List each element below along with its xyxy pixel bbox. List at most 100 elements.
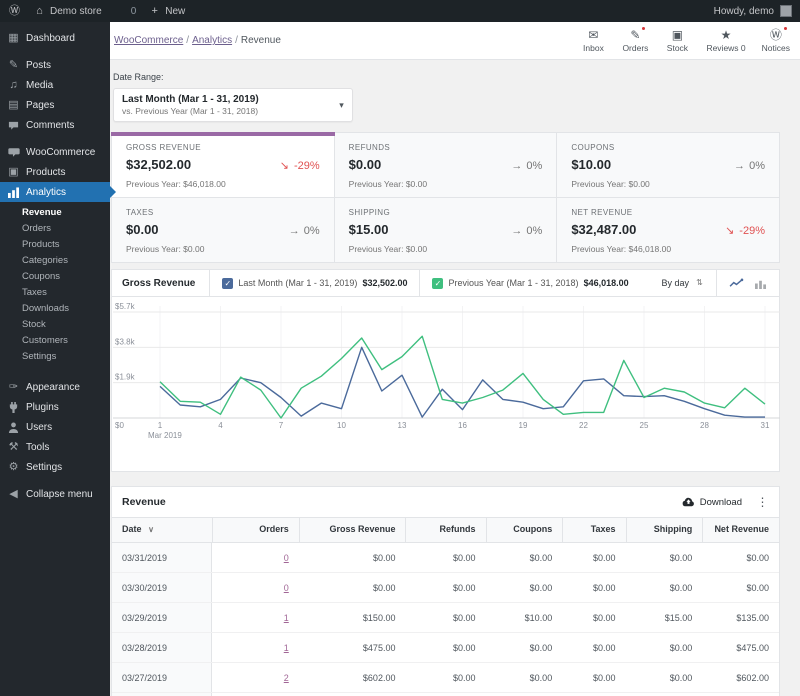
submenu-item-categories[interactable]: Categories — [0, 252, 110, 268]
submenu-item-stock[interactable]: Stock — [0, 316, 110, 332]
submenu-item-downloads[interactable]: Downloads — [0, 300, 110, 316]
column-header-shipping[interactable]: Shipping — [625, 518, 703, 542]
media-icon: ♫ — [9, 78, 18, 91]
column-header-coupons[interactable]: Coupons — [485, 518, 563, 542]
summary-tiles: GROSS REVENUE $32,502.00 ↘ -29% Previous Ye… — [111, 132, 780, 263]
column-header-refunds[interactable]: Refunds — [405, 518, 485, 542]
activity-reviews-0[interactable]: ★ Reviews 0 — [706, 28, 745, 54]
chevron-down-icon: ▾ — [339, 99, 344, 110]
table-row: 03/27/2019 2 $602.00 $0.00 $0.00 $0.00 $0.00 $6… — [112, 663, 779, 693]
new-content-button[interactable]: + New — [148, 5, 186, 17]
legend-label: Last Month (Mar 1 - 31, 2019) — [238, 278, 358, 288]
date-range-label: Date Range: — [113, 72, 164, 82]
date-range-select[interactable]: Last Month (Mar 1 - 31, 2019) vs. Previo… — [113, 88, 353, 122]
sidebar-item-label: Analytics — [26, 186, 67, 198]
cell-date: 03/28/2019 — [112, 633, 213, 662]
tile-value: $0.00 — [126, 222, 159, 237]
breadcrumb-woocommerce[interactable]: WooCommerce — [114, 35, 183, 46]
comments-icon — [7, 119, 20, 131]
table-row: 03/31/2019 0 $0.00 $0.00 $0.00 $0.00 $0.00 $0.0… — [112, 543, 779, 573]
submenu-item-orders[interactable]: Orders — [0, 220, 110, 236]
sidebar-item-plugins[interactable]: Plugins — [0, 397, 110, 417]
tile-label: SHIPPING — [348, 208, 391, 217]
active-menu-arrow — [110, 186, 116, 198]
submenu-item-settings[interactable]: Settings — [0, 348, 110, 364]
summary-tile-net-revenue[interactable]: NET REVENUE $32,487.00 ↘ -29% Previous Year… — [557, 198, 779, 262]
arrow-right-icon: → — [511, 160, 523, 172]
column-header-gross_revenue[interactable]: Gross Revenue — [298, 518, 406, 542]
tile-previous-value: Previous Year: $0.00 — [348, 243, 428, 254]
cell-coupons: $0.00 — [529, 672, 553, 683]
sidebar-item-label: Dashboard — [26, 32, 75, 44]
revenue-line-chart[interactable]: $1.9k $3.8k $5.7k $0 1 4 7 10 13 16 19 22 25 28 31 Mar … — [113, 300, 780, 464]
orders-count-link[interactable]: 0 — [284, 553, 289, 563]
sidebar-item-collapse-menu[interactable]: ◀ Collapse menu — [0, 484, 110, 504]
activity-stock[interactable]: ▣ Stock — [664, 28, 690, 54]
interval-select[interactable]: By day ⇅ — [651, 277, 716, 289]
sidebar-item-woocommerce[interactable]: WooCommerce — [0, 142, 110, 162]
arrow-right-icon: → — [288, 225, 300, 237]
bar-chart-button[interactable] — [754, 278, 767, 289]
sidebar-item-settings[interactable]: ⚙ Settings — [0, 457, 110, 477]
woocommerce-icon — [7, 146, 20, 158]
sidebar-item-media[interactable]: ♫ Media — [0, 75, 110, 95]
sidebar-item-dashboard[interactable]: ▦ Dashboard — [0, 28, 110, 48]
submenu-item-customers[interactable]: Customers — [0, 332, 110, 348]
summary-tile-gross-revenue[interactable]: GROSS REVENUE $32,502.00 ↘ -29% Previous Ye… — [111, 132, 335, 197]
cell-orders: 1 — [212, 633, 299, 662]
activity-inbox[interactable]: ✉ Inbox — [580, 28, 606, 54]
orders-count-link[interactable]: 2 — [284, 673, 289, 683]
submenu-item-taxes[interactable]: Taxes — [0, 284, 110, 300]
line-chart-button[interactable] — [729, 278, 744, 289]
cell-net_revenue: $0.00 — [746, 552, 769, 563]
submenu-item-coupons[interactable]: Coupons — [0, 268, 110, 284]
tile-delta: → 0% — [511, 225, 543, 237]
svg-text:Mar 2019: Mar 2019 — [148, 431, 182, 440]
wordpress-menu[interactable]: Ⓦ — [8, 5, 21, 17]
avatar[interactable] — [780, 5, 792, 17]
summary-tile-refunds[interactable]: REFUNDS $0.00 → 0% Previous Year: $0.00 — [334, 133, 557, 197]
activity-orders[interactable]: ✎ Orders — [622, 26, 648, 53]
column-header-date[interactable]: Date ∨ — [112, 518, 212, 542]
sidebar-item-analytics[interactable]: Analytics — [0, 182, 116, 202]
orders-count-link[interactable]: 1 — [284, 643, 289, 653]
arrow-down-right-icon: ↘ — [279, 160, 290, 172]
sidebar-item-comments[interactable]: Comments — [0, 115, 110, 135]
howdy-text[interactable]: Howdy, demo — [714, 6, 774, 17]
comments-shortcut[interactable]: 0 — [114, 5, 137, 17]
column-header-orders[interactable]: Orders — [212, 518, 299, 542]
sidebar-item-products[interactable]: ▣ Products — [0, 162, 110, 182]
cell-orders: 0 — [212, 543, 299, 572]
legend-item-0[interactable]: ✓ Last Month (Mar 1 - 31, 2019) $32,502.00 — [209, 270, 419, 296]
legend-item-1[interactable]: ✓ Previous Year (Mar 1 - 31, 2018) $46,018… — [419, 270, 640, 296]
kebab-menu-icon[interactable]: ⋮ — [756, 496, 769, 508]
column-header-net_revenue[interactable]: Net Revenue — [702, 518, 779, 542]
home-icon: ⌂ — [36, 4, 43, 17]
column-header-taxes[interactable]: Taxes — [562, 518, 625, 542]
orders-count-link[interactable]: 1 — [284, 613, 289, 623]
tile-value: $15.00 — [348, 222, 389, 237]
tile-value: $32,502.00 — [126, 157, 192, 172]
activity-notices[interactable]: Ⓦ Notices — [762, 26, 790, 53]
summary-tile-shipping[interactable]: SHIPPING $15.00 → 0% Previous Year: $0.00 — [334, 198, 557, 262]
sidebar-item-pages[interactable]: ▤ Pages — [0, 95, 110, 115]
submenu-item-revenue[interactable]: Revenue — [0, 204, 110, 220]
submenu-item-products[interactable]: Products — [0, 236, 110, 252]
sidebar-item-posts[interactable]: ✎ Posts — [0, 55, 110, 75]
sidebar-item-tools[interactable]: ⚒ Tools — [0, 437, 110, 457]
summary-tile-taxes[interactable]: TAXES $0.00 → 0% Previous Year: $0.00 — [112, 198, 334, 262]
sidebar-item-users[interactable]: Users — [0, 417, 110, 437]
sidebar-item-appearance[interactable]: ✑ Appearance — [0, 377, 110, 397]
orders-count-link[interactable]: 0 — [284, 583, 289, 593]
breadcrumb-analytics[interactable]: Analytics — [192, 35, 232, 46]
download-button[interactable]: Download — [682, 496, 742, 508]
table-body: 03/31/2019 0 $0.00 $0.00 $0.00 $0.00 $0.00 $0.0… — [112, 543, 779, 696]
cell-orders: 2 — [212, 663, 299, 692]
summary-tile-coupons[interactable]: COUPONS $10.00 → 0% Previous Year: $0.00 — [557, 133, 779, 197]
analytics-icon — [7, 186, 20, 198]
legend-value: $32,502.00 — [362, 278, 408, 288]
table-title: Revenue — [122, 496, 166, 508]
site-name-link[interactable]: ⌂ Demo store — [33, 5, 102, 17]
pages-icon: ▤ — [8, 98, 19, 111]
cell-date: 03/30/2019 — [112, 573, 213, 602]
